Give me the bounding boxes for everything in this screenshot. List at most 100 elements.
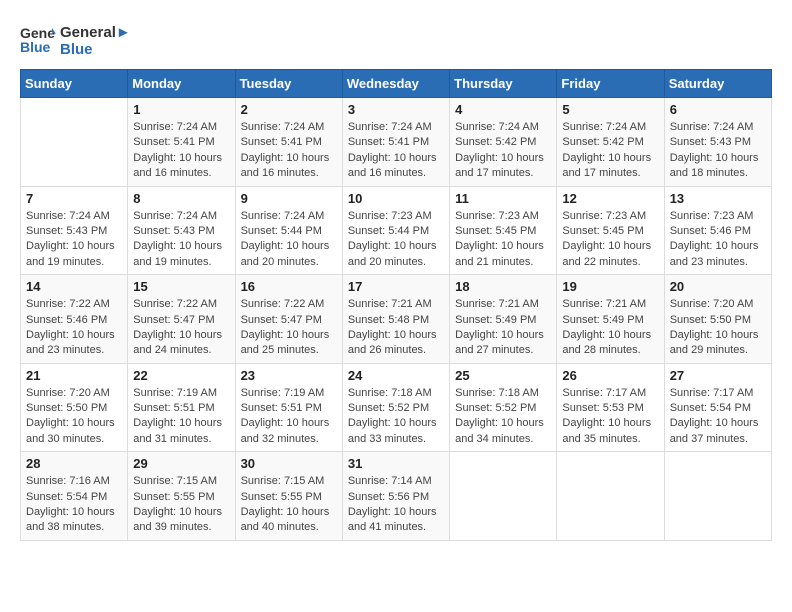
svg-text:Blue: Blue xyxy=(20,39,51,55)
day-info: Sunrise: 7:24 AMSunset: 5:43 PMDaylight:… xyxy=(133,209,229,271)
header-cell-wednesday: Wednesday xyxy=(342,70,449,98)
day-number: 23 xyxy=(241,368,337,383)
day-number: 31 xyxy=(348,456,444,471)
day-number: 9 xyxy=(241,191,337,206)
day-info: Sunrise: 7:24 AMSunset: 5:42 PMDaylight:… xyxy=(562,120,658,182)
day-info: Sunrise: 7:19 AMSunset: 5:51 PMDaylight:… xyxy=(241,386,337,448)
day-number: 3 xyxy=(348,102,444,117)
day-number: 26 xyxy=(562,368,658,383)
day-info: Sunrise: 7:16 AMSunset: 5:54 PMDaylight:… xyxy=(26,474,122,536)
day-number: 29 xyxy=(133,456,229,471)
day-info: Sunrise: 7:24 AMSunset: 5:44 PMDaylight:… xyxy=(241,209,337,271)
day-number: 6 xyxy=(670,102,766,117)
calendar-cell: 27 Sunrise: 7:17 AMSunset: 5:54 PMDayligh… xyxy=(664,363,771,452)
calendar-cell: 29 Sunrise: 7:15 AMSunset: 5:55 PMDayligh… xyxy=(128,452,235,541)
calendar-cell xyxy=(450,452,557,541)
day-info: Sunrise: 7:15 AMSunset: 5:55 PMDaylight:… xyxy=(241,474,337,536)
day-info: Sunrise: 7:21 AMSunset: 5:49 PMDaylight:… xyxy=(455,297,551,359)
day-number: 16 xyxy=(241,279,337,294)
day-info: Sunrise: 7:22 AMSunset: 5:46 PMDaylight:… xyxy=(26,297,122,359)
calendar-table: SundayMondayTuesdayWednesdayThursdayFrid… xyxy=(20,69,772,541)
calendar-cell: 23 Sunrise: 7:19 AMSunset: 5:51 PMDayligh… xyxy=(235,363,342,452)
day-info: Sunrise: 7:24 AMSunset: 5:42 PMDaylight:… xyxy=(455,120,551,182)
logo: General Blue General► Blue xyxy=(20,20,131,61)
header-cell-tuesday: Tuesday xyxy=(235,70,342,98)
calendar-cell: 31 Sunrise: 7:14 AMSunset: 5:56 PMDayligh… xyxy=(342,452,449,541)
header-cell-friday: Friday xyxy=(557,70,664,98)
day-info: Sunrise: 7:22 AMSunset: 5:47 PMDaylight:… xyxy=(133,297,229,359)
calendar-week-row: 28 Sunrise: 7:16 AMSunset: 5:54 PMDayligh… xyxy=(21,452,772,541)
calendar-cell: 11 Sunrise: 7:23 AMSunset: 5:45 PMDayligh… xyxy=(450,186,557,275)
day-info: Sunrise: 7:24 AMSunset: 5:41 PMDaylight:… xyxy=(241,120,337,182)
calendar-cell: 25 Sunrise: 7:18 AMSunset: 5:52 PMDayligh… xyxy=(450,363,557,452)
day-number: 4 xyxy=(455,102,551,117)
calendar-cell: 30 Sunrise: 7:15 AMSunset: 5:55 PMDayligh… xyxy=(235,452,342,541)
day-info: Sunrise: 7:21 AMSunset: 5:48 PMDaylight:… xyxy=(348,297,444,359)
day-number: 2 xyxy=(241,102,337,117)
calendar-cell: 26 Sunrise: 7:17 AMSunset: 5:53 PMDayligh… xyxy=(557,363,664,452)
day-info: Sunrise: 7:21 AMSunset: 5:49 PMDaylight:… xyxy=(562,297,658,359)
header-cell-sunday: Sunday xyxy=(21,70,128,98)
day-info: Sunrise: 7:23 AMSunset: 5:44 PMDaylight:… xyxy=(348,209,444,271)
day-info: Sunrise: 7:18 AMSunset: 5:52 PMDaylight:… xyxy=(348,386,444,448)
header: General Blue General► Blue xyxy=(20,20,772,61)
day-number: 24 xyxy=(348,368,444,383)
calendar-body: 1 Sunrise: 7:24 AMSunset: 5:41 PMDaylight… xyxy=(21,98,772,541)
header-cell-thursday: Thursday xyxy=(450,70,557,98)
calendar-cell: 28 Sunrise: 7:16 AMSunset: 5:54 PMDayligh… xyxy=(21,452,128,541)
calendar-cell: 18 Sunrise: 7:21 AMSunset: 5:49 PMDayligh… xyxy=(450,275,557,364)
day-info: Sunrise: 7:15 AMSunset: 5:55 PMDaylight:… xyxy=(133,474,229,536)
day-info: Sunrise: 7:24 AMSunset: 5:43 PMDaylight:… xyxy=(26,209,122,271)
day-number: 7 xyxy=(26,191,122,206)
day-number: 13 xyxy=(670,191,766,206)
header-cell-saturday: Saturday xyxy=(664,70,771,98)
day-info: Sunrise: 7:14 AMSunset: 5:56 PMDaylight:… xyxy=(348,474,444,536)
calendar-cell: 9 Sunrise: 7:24 AMSunset: 5:44 PMDaylight… xyxy=(235,186,342,275)
calendar-cell xyxy=(21,98,128,187)
day-number: 15 xyxy=(133,279,229,294)
calendar-cell: 12Sunrise: 7:23 AMSunset: 5:45 PMDayligh… xyxy=(557,186,664,275)
calendar-cell: 4 Sunrise: 7:24 AMSunset: 5:42 PMDaylight… xyxy=(450,98,557,187)
calendar-cell xyxy=(557,452,664,541)
logo-icon: General Blue xyxy=(20,20,56,56)
day-number: 14 xyxy=(26,279,122,294)
day-number: 17 xyxy=(348,279,444,294)
calendar-header-row: SundayMondayTuesdayWednesdayThursdayFrid… xyxy=(21,70,772,98)
calendar-cell: 22Sunrise: 7:19 AMSunset: 5:51 PMDayligh… xyxy=(128,363,235,452)
calendar-cell: 7 Sunrise: 7:24 AMSunset: 5:43 PMDaylight… xyxy=(21,186,128,275)
day-info: Sunrise: 7:20 AMSunset: 5:50 PMDaylight:… xyxy=(670,297,766,359)
day-number: 20 xyxy=(670,279,766,294)
day-info: Sunrise: 7:22 AMSunset: 5:47 PMDaylight:… xyxy=(241,297,337,359)
day-info: Sunrise: 7:17 AMSunset: 5:54 PMDaylight:… xyxy=(670,386,766,448)
day-info: Sunrise: 7:23 AMSunset: 5:46 PMDaylight:… xyxy=(670,209,766,271)
day-number: 25 xyxy=(455,368,551,383)
day-number: 11 xyxy=(455,191,551,206)
day-info: Sunrise: 7:24 AMSunset: 5:43 PMDaylight:… xyxy=(670,120,766,182)
day-info: Sunrise: 7:24 AMSunset: 5:41 PMDaylight:… xyxy=(348,120,444,182)
calendar-cell: 14 Sunrise: 7:22 AMSunset: 5:46 PMDayligh… xyxy=(21,275,128,364)
calendar-cell: 16 Sunrise: 7:22 AMSunset: 5:47 PMDayligh… xyxy=(235,275,342,364)
day-info: Sunrise: 7:17 AMSunset: 5:53 PMDaylight:… xyxy=(562,386,658,448)
day-number: 28 xyxy=(26,456,122,471)
day-number: 22 xyxy=(133,368,229,383)
day-number: 8 xyxy=(133,191,229,206)
calendar-cell: 20 Sunrise: 7:20 AMSunset: 5:50 PMDayligh… xyxy=(664,275,771,364)
calendar-cell: 17 Sunrise: 7:21 AMSunset: 5:48 PMDayligh… xyxy=(342,275,449,364)
day-number: 30 xyxy=(241,456,337,471)
calendar-cell: 24 Sunrise: 7:18 AMSunset: 5:52 PMDayligh… xyxy=(342,363,449,452)
calendar-cell: 2 Sunrise: 7:24 AMSunset: 5:41 PMDaylight… xyxy=(235,98,342,187)
day-info: Sunrise: 7:23 AMSunset: 5:45 PMDaylight:… xyxy=(562,209,658,271)
day-info: Sunrise: 7:18 AMSunset: 5:52 PMDaylight:… xyxy=(455,386,551,448)
day-number: 1 xyxy=(133,102,229,117)
day-number: 18 xyxy=(455,279,551,294)
calendar-cell: 10Sunrise: 7:23 AMSunset: 5:44 PMDayligh… xyxy=(342,186,449,275)
day-number: 27 xyxy=(670,368,766,383)
calendar-cell: 5 Sunrise: 7:24 AMSunset: 5:42 PMDaylight… xyxy=(557,98,664,187)
calendar-cell xyxy=(664,452,771,541)
day-info: Sunrise: 7:24 AMSunset: 5:41 PMDaylight:… xyxy=(133,120,229,182)
calendar-week-row: 1 Sunrise: 7:24 AMSunset: 5:41 PMDaylight… xyxy=(21,98,772,187)
calendar-cell: 13 Sunrise: 7:23 AMSunset: 5:46 PMDayligh… xyxy=(664,186,771,275)
day-info: Sunrise: 7:23 AMSunset: 5:45 PMDaylight:… xyxy=(455,209,551,271)
calendar-cell: 6 Sunrise: 7:24 AMSunset: 5:43 PMDaylight… xyxy=(664,98,771,187)
day-number: 5 xyxy=(562,102,658,117)
